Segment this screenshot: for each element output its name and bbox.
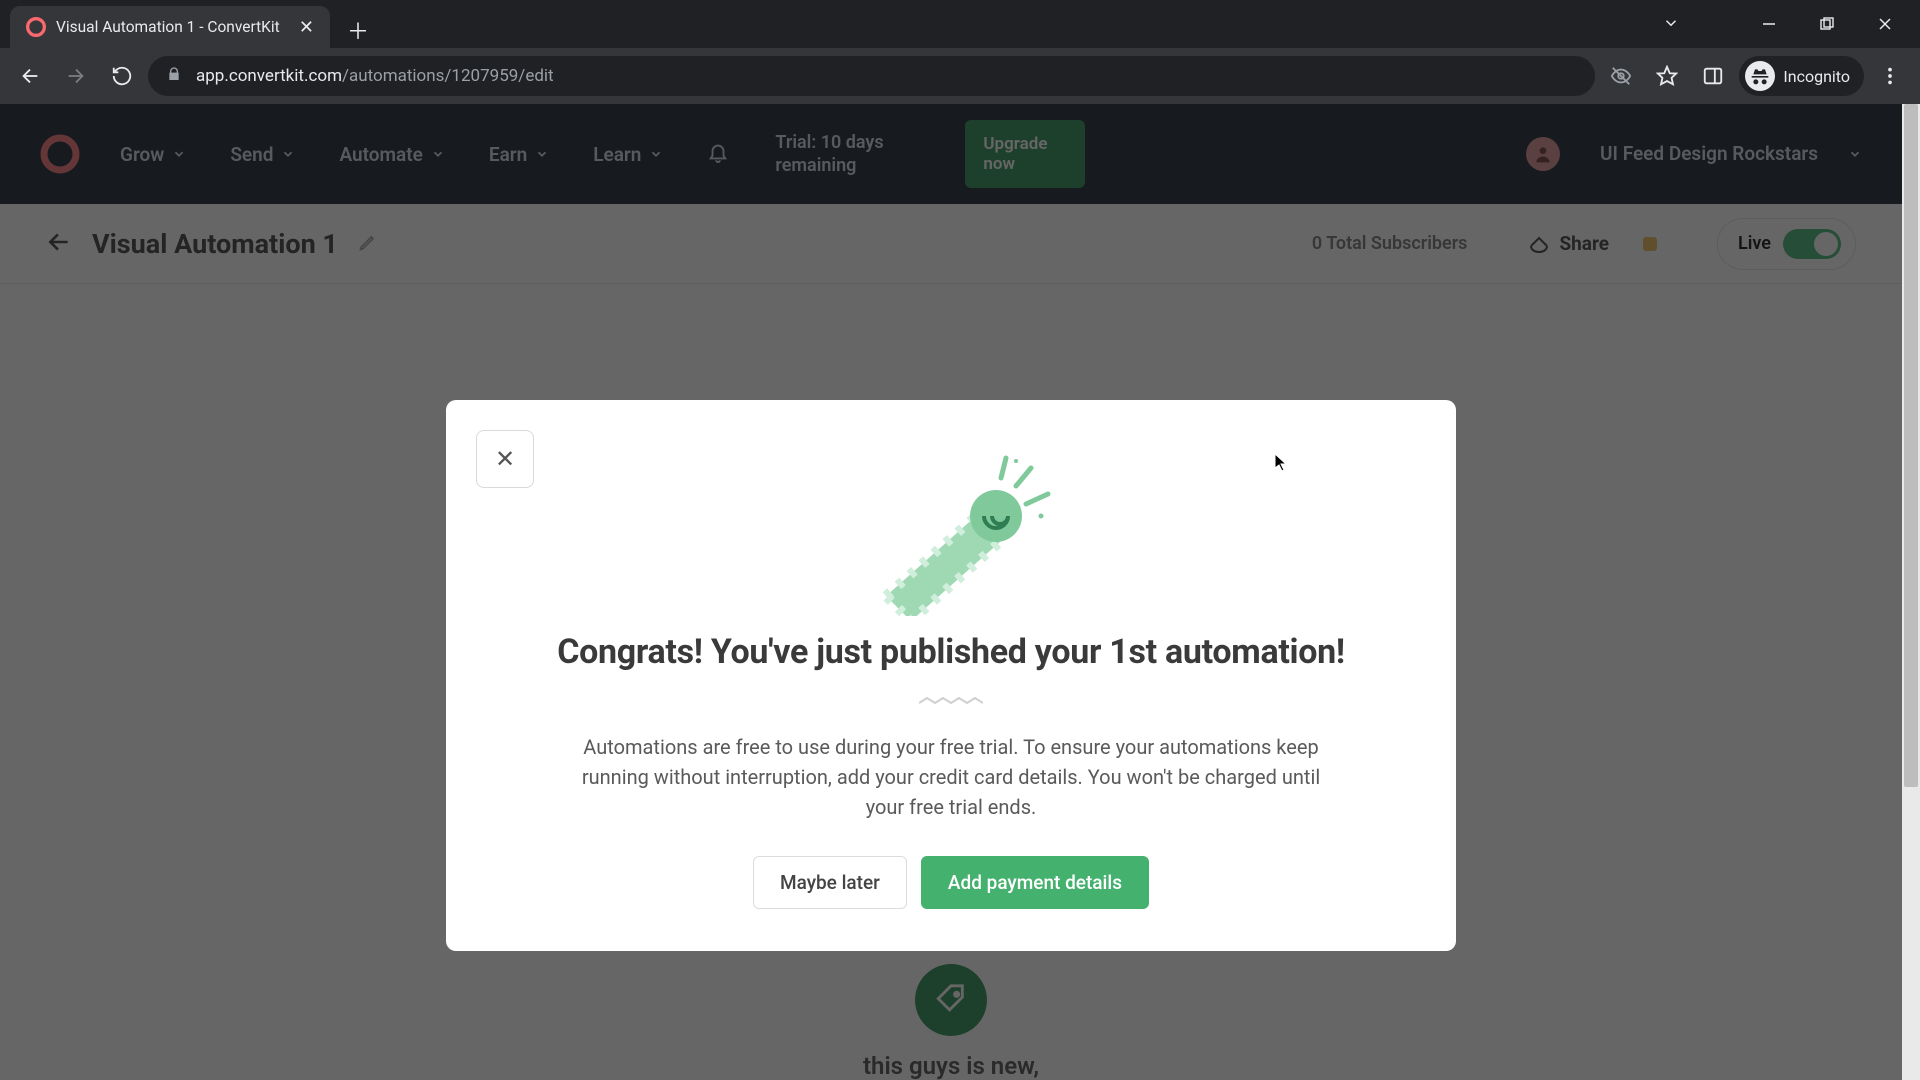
lock-icon	[166, 66, 182, 87]
window-minimize-icon[interactable]	[1740, 4, 1798, 44]
nav-back-icon[interactable]	[10, 56, 50, 96]
maybe-later-button[interactable]: Maybe later	[753, 856, 907, 909]
url-text: app.convertkit.com/automations/1207959/e…	[196, 66, 554, 86]
star-icon[interactable]	[1647, 56, 1687, 96]
add-payment-button[interactable]: Add payment details	[921, 856, 1149, 909]
window-maximize-icon[interactable]	[1798, 4, 1856, 44]
browser-toolbar: app.convertkit.com/automations/1207959/e…	[0, 48, 1920, 104]
congrats-modal: ✕	[446, 400, 1456, 951]
new-tab-button[interactable]: ＋	[340, 12, 376, 48]
window-controls	[1740, 4, 1914, 44]
tabs-chevron-icon[interactable]	[1662, 14, 1680, 36]
browser-tab[interactable]: Visual Automation 1 - ConvertKit ✕	[10, 6, 330, 48]
incognito-chip[interactable]: Incognito	[1739, 56, 1864, 96]
address-bar[interactable]: app.convertkit.com/automations/1207959/e…	[148, 56, 1595, 96]
kebab-menu-icon[interactable]	[1870, 56, 1910, 96]
incognito-label: Incognito	[1783, 67, 1850, 86]
modal-heading: Congrats! You've just published your 1st…	[506, 632, 1396, 672]
close-icon[interactable]: ✕	[476, 430, 534, 488]
tab-favicon-icon	[26, 17, 46, 37]
viewport: Grow Send Automate Earn Learn Trial: 10 …	[0, 104, 1920, 1080]
nav-forward-icon[interactable]	[56, 56, 96, 96]
nav-reload-icon[interactable]	[102, 56, 142, 96]
tab-title: Visual Automation 1 - ConvertKit	[56, 18, 289, 36]
scrollbar[interactable]	[1902, 104, 1920, 1080]
window-close-icon[interactable]	[1856, 4, 1914, 44]
tab-close-icon[interactable]: ✕	[299, 17, 314, 38]
modal-body: Automations are free to use during your …	[571, 732, 1331, 822]
browser-tabbar: Visual Automation 1 - ConvertKit ✕ ＋	[0, 0, 1920, 48]
party-horn-icon	[836, 446, 1066, 616]
incognito-icon	[1745, 61, 1775, 91]
zigzag-divider-icon	[919, 690, 983, 698]
eye-off-icon[interactable]	[1601, 56, 1641, 96]
panel-icon[interactable]	[1693, 56, 1733, 96]
